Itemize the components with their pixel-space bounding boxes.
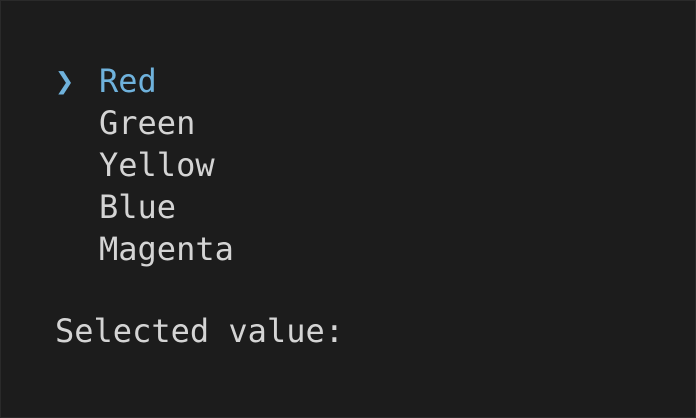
- terminal-window: ❯ Red Green Yellow Blue Magenta Selected…: [0, 0, 696, 418]
- menu-item-label: Magenta: [99, 230, 234, 268]
- menu-item-magenta[interactable]: Magenta: [55, 228, 234, 270]
- menu-item-label: Red: [99, 62, 157, 100]
- selected-value-label: Selected value:: [55, 312, 344, 350]
- menu-item-label: Blue: [99, 188, 177, 226]
- menu-item-label: Yellow: [99, 146, 215, 184]
- menu-item-yellow[interactable]: Yellow: [55, 144, 234, 186]
- color-select-menu: ❯ Red Green Yellow Blue Magenta: [55, 60, 234, 270]
- menu-item-blue[interactable]: Blue: [55, 186, 234, 228]
- menu-item-label: Green: [99, 104, 196, 142]
- menu-item-green[interactable]: Green: [55, 102, 234, 144]
- pointer-icon: ❯: [55, 62, 75, 100]
- menu-item-red[interactable]: ❯ Red: [55, 60, 234, 102]
